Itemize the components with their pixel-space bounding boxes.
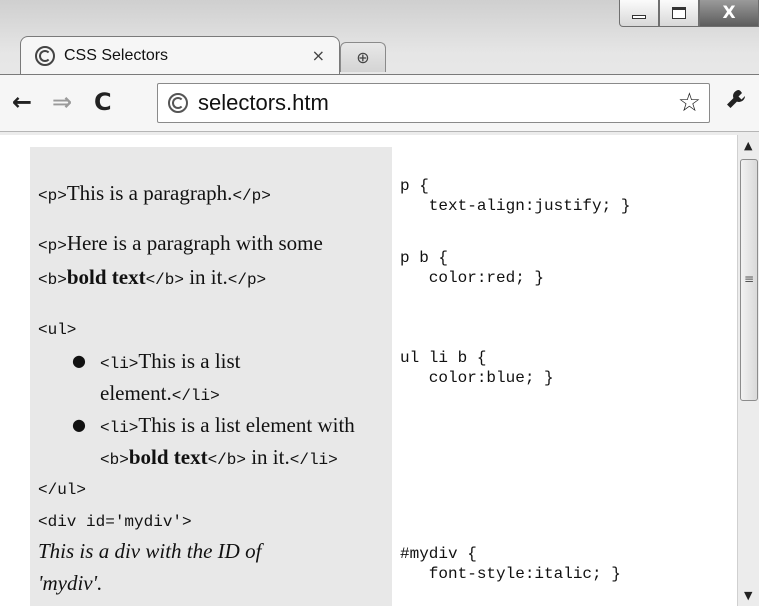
minimize-button[interactable]: [619, 0, 659, 27]
vertical-scrollbar[interactable]: ▲ ≡ ▼: [737, 135, 759, 606]
window-controls: X: [619, 0, 759, 30]
address-bar[interactable]: selectors.htm ☆: [157, 83, 710, 123]
scroll-down-arrow-icon[interactable]: ▼: [744, 589, 752, 602]
div-open-tag: <div id='mydiv'>: [38, 513, 192, 531]
bullet-icon: ●: [72, 351, 86, 370]
forward-button[interactable]: ⇒: [52, 88, 72, 116]
toolbar: ← ⇒ C selectors.htm ☆: [0, 74, 759, 132]
paragraph-2-line-1: <p>Here is a paragraph with some: [38, 231, 323, 255]
tab-css-selectors[interactable]: CSS Selectors ×: [20, 36, 340, 74]
minimize-icon: [632, 15, 646, 19]
list-item-2-line-2: <b>bold text</b> in it.</li>: [100, 445, 338, 469]
css-rule-4-selector: #mydiv {: [400, 545, 477, 563]
new-tab-button[interactable]: ⊕: [340, 42, 386, 72]
back-button[interactable]: ←: [12, 88, 32, 116]
html-source-panel: <p>This is a paragraph.</p> <p>Here is a…: [30, 147, 392, 606]
div-text-line-2: 'mydiv'.: [38, 571, 103, 595]
grip-icon: ≡: [744, 272, 755, 286]
maximize-button[interactable]: [659, 0, 699, 27]
scroll-up-arrow-icon[interactable]: ▲: [744, 139, 752, 152]
list-item-1-line-1: <li>This is a list: [100, 349, 241, 373]
list-item-1-line-2: element.</li>: [100, 381, 220, 405]
close-icon: X: [722, 3, 736, 23]
url-text: selectors.htm: [198, 90, 329, 115]
ul-open-tag: <ul>: [38, 321, 77, 339]
plus-icon: ⊕: [356, 48, 370, 67]
css-rules-panel: p { text-align:justify; } p b { color:re…: [400, 135, 730, 606]
css-rule-3-selector: ul li b {: [400, 349, 487, 367]
div-text-line-1: This is a div with the ID of: [38, 539, 262, 563]
tab-close-icon[interactable]: ×: [312, 46, 325, 65]
css-rule-2-selector: p b {: [400, 249, 449, 267]
wrench-menu-icon[interactable]: [724, 87, 748, 117]
paragraph-2-line-2: <b>bold text</b> in it.</p>: [38, 265, 267, 289]
css-rule-3-declaration: color:blue; }: [400, 369, 554, 387]
css-rule-4-declaration: font-style:italic; }: [400, 565, 621, 583]
wrench-icon: [727, 90, 745, 108]
tab-title: CSS Selectors: [64, 46, 169, 64]
bullet-icon: ●: [72, 415, 86, 434]
css-rule-1-declaration: text-align:justify; }: [400, 197, 631, 215]
css-rule-1-selector: p {: [400, 177, 429, 195]
css-rule-2-declaration: color:red; }: [400, 269, 545, 287]
ul-close-tag: </ul>: [38, 481, 87, 499]
close-window-button[interactable]: X: [699, 0, 759, 27]
list-item-2-line-1: <li>This is a list element with: [100, 413, 355, 437]
bookmark-star-icon[interactable]: ☆: [678, 88, 701, 118]
page-icon: [168, 93, 188, 113]
reload-button[interactable]: C: [94, 88, 112, 116]
globe-icon: [35, 45, 55, 66]
maximize-icon: [672, 7, 686, 19]
scrollbar-thumb[interactable]: ≡: [740, 159, 758, 401]
paragraph-1: <p>This is a paragraph.</p>: [38, 181, 271, 205]
page-viewport: <p>This is a paragraph.</p> <p>Here is a…: [0, 135, 737, 606]
browser-chrome: X CSS Selectors × ⊕ ← ⇒ C selectors.htm …: [0, 0, 759, 135]
